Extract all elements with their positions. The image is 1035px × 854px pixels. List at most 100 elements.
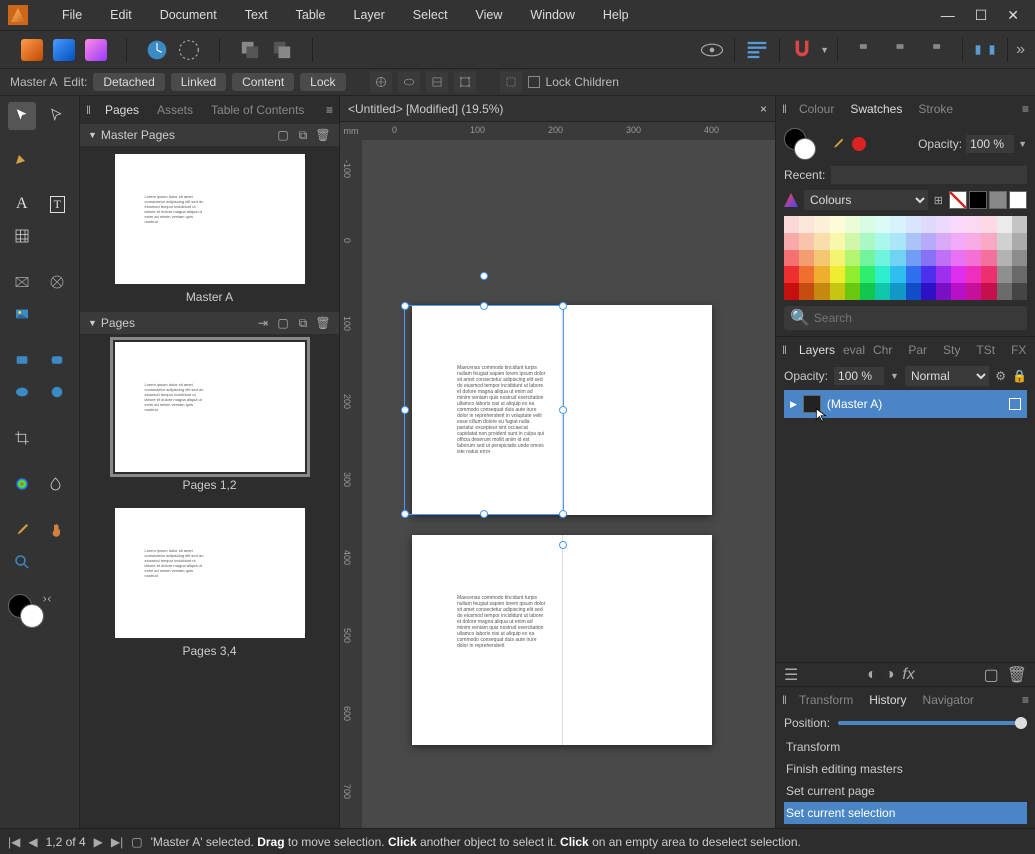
grey-swatch[interactable] bbox=[989, 191, 1007, 209]
eff-mask-icon[interactable]: ◐ bbox=[867, 666, 877, 684]
tab-tst[interactable]: TSt bbox=[968, 339, 1003, 361]
master-dup-icon[interactable]: ⧉ bbox=[295, 127, 311, 143]
minimize-button[interactable]: — bbox=[941, 7, 955, 24]
tab-toc[interactable]: Table of Contents bbox=[203, 99, 312, 121]
swatches-menu-icon[interactable]: ≡ bbox=[1022, 102, 1029, 116]
edit-lock-button[interactable]: Lock bbox=[300, 73, 345, 91]
menu-view[interactable]: View bbox=[462, 8, 517, 22]
pages-delete-icon[interactable]: 🗑 bbox=[315, 315, 331, 331]
align-right-icon[interactable] bbox=[918, 36, 946, 64]
doc-close-icon[interactable]: × bbox=[760, 102, 767, 116]
eff-delete-icon[interactable]: 🗑 bbox=[1007, 665, 1027, 685]
menu-window[interactable]: Window bbox=[516, 8, 588, 22]
eff-add-icon[interactable]: ▢ bbox=[984, 665, 999, 685]
transparency-tool-icon[interactable] bbox=[44, 470, 72, 498]
selection-box[interactable] bbox=[404, 305, 564, 515]
swatch-search-input[interactable] bbox=[814, 311, 1021, 325]
ellipse-frame-tool-icon[interactable] bbox=[44, 268, 72, 296]
layer-expand-icon[interactable]: ▶ bbox=[790, 399, 797, 410]
colour-palette[interactable] bbox=[784, 216, 1027, 300]
lock-children-checkbox[interactable] bbox=[528, 76, 540, 88]
master-thumb[interactable]: Lorem ipsum dolor sit amet consectetur a… bbox=[115, 154, 305, 284]
ctx-icon-1[interactable] bbox=[370, 71, 392, 93]
arrange-back-icon[interactable] bbox=[236, 36, 264, 64]
history-menu-icon[interactable]: ≡ bbox=[1022, 693, 1029, 707]
edit-content-button[interactable]: Content bbox=[232, 73, 294, 91]
pen-tool-icon[interactable] bbox=[8, 144, 36, 172]
tab-swatches[interactable]: Swatches bbox=[842, 98, 910, 120]
eff-fx-icon[interactable]: fx bbox=[902, 666, 914, 684]
layer-item[interactable]: ▶ (Master A) bbox=[784, 390, 1027, 418]
node-tool-icon[interactable] bbox=[44, 102, 72, 130]
tab-history[interactable]: History bbox=[861, 689, 914, 711]
tab-pages[interactable]: Pages bbox=[97, 99, 147, 121]
fill-stroke-selector[interactable] bbox=[784, 128, 824, 160]
persona-publisher-icon[interactable] bbox=[18, 36, 46, 64]
pan-tool-icon[interactable] bbox=[44, 516, 72, 544]
hist-item-2[interactable]: Set current page bbox=[784, 780, 1027, 802]
edit-linked-button[interactable]: Linked bbox=[171, 73, 226, 91]
last-page-button[interactable]: ▶| bbox=[111, 835, 123, 849]
baseline-icon[interactable] bbox=[175, 36, 203, 64]
maximize-button[interactable]: ☐ bbox=[975, 7, 988, 24]
crop-tool-icon[interactable] bbox=[8, 424, 36, 452]
table-tool-icon[interactable] bbox=[8, 222, 36, 250]
distribute-icon[interactable] bbox=[971, 36, 999, 64]
preflight-icon[interactable] bbox=[143, 36, 171, 64]
hist-item-0[interactable]: Transform bbox=[784, 736, 1027, 758]
ctx-icon-5[interactable] bbox=[500, 71, 522, 93]
master-pages-header[interactable]: ▼Master Pages ▢ ⧉ 🗑 bbox=[80, 124, 339, 146]
page-thumb-1[interactable]: Lorem ipsum dolor sit amet consectetur a… bbox=[115, 342, 305, 472]
pages-view-icon[interactable]: ⇥ bbox=[255, 315, 271, 331]
snap-icon[interactable] bbox=[788, 36, 816, 64]
close-button[interactable]: ✕ bbox=[1007, 7, 1019, 24]
eff-adj-icon[interactable]: ◑ bbox=[885, 666, 895, 684]
canvas[interactable]: <Untitled> [Modified] (19.5%) × mm 01002… bbox=[340, 96, 775, 828]
tab-par[interactable]: Par bbox=[900, 339, 935, 361]
ellipse-tool-icon[interactable] bbox=[8, 378, 36, 406]
artistic-text-tool-icon[interactable]: A bbox=[8, 190, 36, 218]
black-swatch[interactable] bbox=[969, 191, 987, 209]
edit-detached-button[interactable]: Detached bbox=[93, 73, 164, 91]
tab-fx[interactable]: FX bbox=[1003, 339, 1034, 361]
tab-navigator[interactable]: Navigator bbox=[915, 689, 982, 711]
menu-help[interactable]: Help bbox=[589, 8, 643, 22]
hist-item-3[interactable]: Set current selection bbox=[784, 802, 1027, 824]
eff-layers-icon[interactable]: ☰ bbox=[784, 665, 798, 685]
panel-menu-icon[interactable]: ≡ bbox=[326, 103, 333, 117]
tab-colour[interactable]: Colour bbox=[791, 98, 842, 120]
menu-edit[interactable]: Edit bbox=[96, 8, 146, 22]
recent-swatches[interactable] bbox=[831, 166, 1027, 184]
none-swatch[interactable] bbox=[949, 191, 967, 209]
tab-layers[interactable]: Layers bbox=[791, 339, 843, 361]
swatch-lib-select[interactable]: Colours bbox=[804, 190, 928, 210]
menu-document[interactable]: Document bbox=[146, 8, 231, 22]
opacity-input[interactable] bbox=[966, 135, 1014, 153]
first-page-button[interactable]: |◀ bbox=[8, 835, 20, 849]
page-thumb-2[interactable]: Lorem ipsum dolor sit amet consectetur a… bbox=[115, 508, 305, 638]
align-h-icon[interactable] bbox=[886, 36, 914, 64]
toolbar-overflow-icon[interactable]: » bbox=[1016, 41, 1025, 59]
fill-stroke-swatch[interactable] bbox=[8, 594, 50, 630]
preview-icon[interactable] bbox=[698, 36, 726, 64]
white-swatch[interactable] bbox=[1009, 191, 1027, 209]
zoom-tool-icon[interactable] bbox=[8, 548, 36, 576]
master-add-icon[interactable]: ▢ bbox=[275, 127, 291, 143]
eyedropper-tool-icon[interactable] bbox=[8, 516, 36, 544]
spread-2[interactable]: Maecenas commodo tincidunt turpis nullam… bbox=[412, 535, 712, 745]
picture-frame-tool-icon[interactable] bbox=[8, 268, 36, 296]
eyedropper-icon[interactable] bbox=[830, 136, 846, 152]
frame-text-tool-icon[interactable]: T bbox=[44, 190, 72, 218]
ctx-icon-3[interactable] bbox=[426, 71, 448, 93]
tab-assets[interactable]: Assets bbox=[149, 99, 201, 121]
blend-mode-select[interactable]: Normal bbox=[905, 366, 989, 386]
spread-view-icon[interactable]: ▢ bbox=[131, 835, 142, 849]
history-slider[interactable] bbox=[838, 721, 1027, 725]
persona-designer-icon[interactable] bbox=[50, 36, 78, 64]
menu-file[interactable]: File bbox=[48, 8, 96, 22]
tab-chr[interactable]: Chr bbox=[865, 339, 900, 361]
tab-sty[interactable]: Sty bbox=[935, 339, 968, 361]
layer-lock-icon[interactable]: 🔒 bbox=[1012, 369, 1027, 383]
menu-select[interactable]: Select bbox=[399, 8, 462, 22]
move-tool-icon[interactable] bbox=[8, 102, 36, 130]
